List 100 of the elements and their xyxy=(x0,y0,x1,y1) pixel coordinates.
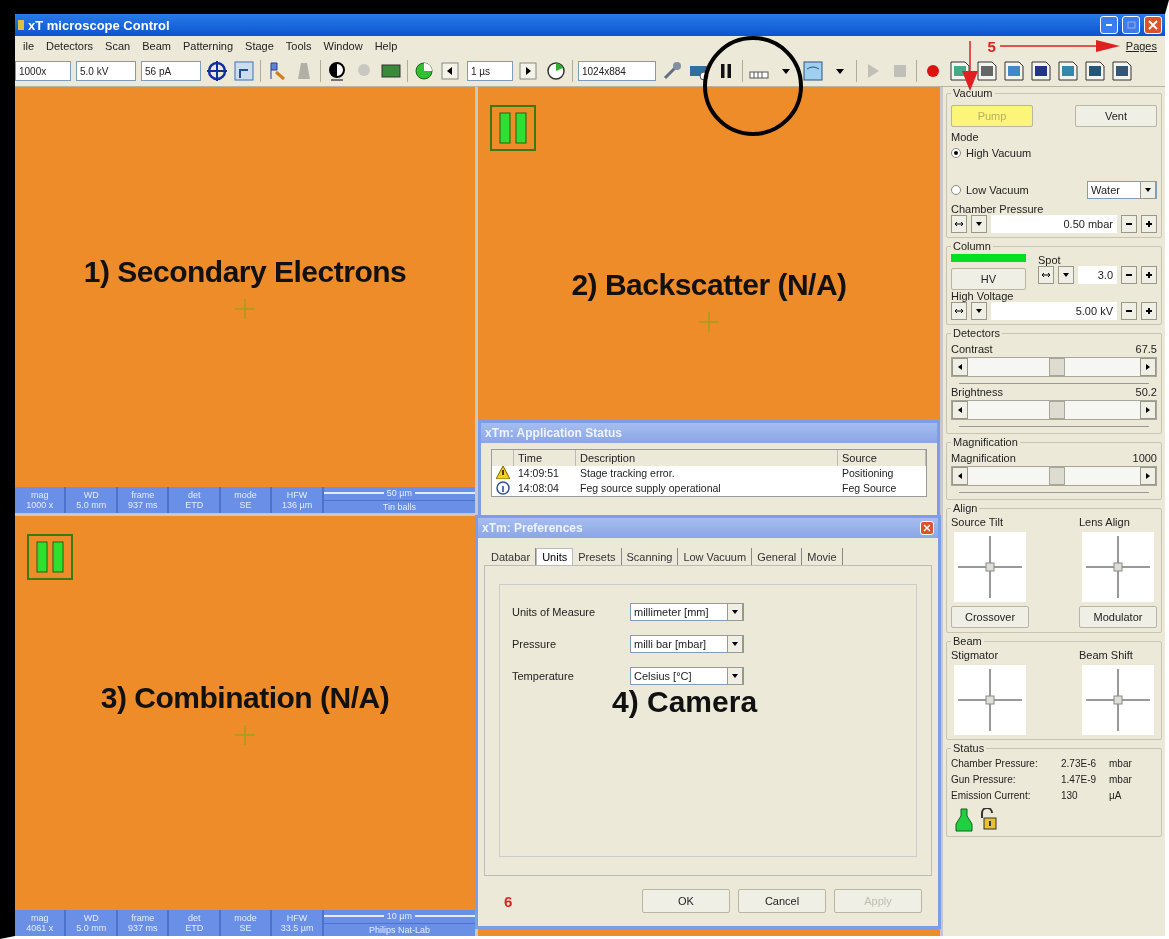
restore-button[interactable] xyxy=(1122,16,1140,34)
pad-label: Beam Shift xyxy=(1079,649,1133,661)
toolbar-field[interactable]: 1 µs xyxy=(467,61,513,81)
close-button[interactable] xyxy=(920,521,934,535)
pad-button[interactable]: Crossover xyxy=(951,606,1029,628)
status-value: SE xyxy=(239,923,252,933)
dropdown-button[interactable] xyxy=(1058,266,1074,284)
status-label: WD xyxy=(83,913,99,923)
toolbar-field[interactable]: 56 pA xyxy=(141,61,201,81)
right-arrow-button[interactable] xyxy=(518,60,540,82)
step-toggle-button[interactable] xyxy=(951,215,967,233)
unit-dropdown[interactable]: Celsius [°C] xyxy=(630,667,744,685)
table-cell-text: Feg Source xyxy=(841,481,898,496)
slider-thumb[interactable] xyxy=(1049,401,1066,419)
page-icon[interactable] xyxy=(1084,60,1106,82)
left-arrow-button[interactable] xyxy=(440,60,462,82)
step-toggle-button[interactable] xyxy=(951,302,967,320)
menu-item[interactable]: Help xyxy=(368,40,404,52)
dropdown-button[interactable] xyxy=(971,302,987,320)
step-toggle-button[interactable] xyxy=(1038,266,1054,284)
contrast-icon[interactable] xyxy=(326,60,348,82)
screen-icon[interactable] xyxy=(802,60,824,82)
menu-item[interactable]: Window xyxy=(317,40,369,52)
column-header[interactable]: Source xyxy=(838,450,926,466)
page-icon[interactable] xyxy=(1111,60,1133,82)
column-header xyxy=(492,450,514,466)
crosshair-icon[interactable] xyxy=(206,60,228,82)
xy-pad[interactable] xyxy=(1082,665,1154,735)
voltage-field[interactable]: 5.00 kV xyxy=(991,302,1117,320)
crosshair-icon xyxy=(699,312,719,332)
radio-button[interactable] xyxy=(951,185,961,195)
clock-icon[interactable] xyxy=(545,60,567,82)
unit-dropdown[interactable]: milli bar [mbar] xyxy=(630,635,744,653)
menu-item[interactable]: Detectors xyxy=(40,40,100,52)
vent-button[interactable]: Vent xyxy=(1075,105,1157,127)
dialog-button[interactable]: Cancel xyxy=(738,889,826,913)
slider-thumb[interactable] xyxy=(1049,358,1066,376)
dropdown-button[interactable] xyxy=(1140,181,1156,199)
dropdown-value: millimeter [mm] xyxy=(633,606,710,618)
pressure-field[interactable]: 0.50 mbar xyxy=(991,215,1117,233)
slider[interactable] xyxy=(951,466,1157,486)
slider-thumb[interactable] xyxy=(1049,467,1066,485)
wrench-icon[interactable] xyxy=(661,60,683,82)
status-label: mag xyxy=(30,490,49,500)
right-arrow-button[interactable] xyxy=(1140,467,1156,485)
right-arrow-button[interactable] xyxy=(1140,401,1156,419)
status-label: mode xyxy=(234,490,257,500)
tab[interactable]: Units xyxy=(536,548,574,565)
decrease-button[interactable] xyxy=(1121,302,1137,320)
hv-button[interactable]: HV xyxy=(951,268,1026,290)
column-header[interactable]: Time xyxy=(514,450,576,466)
spot-field[interactable]: 3.0 xyxy=(1078,266,1117,284)
left-arrow-button[interactable] xyxy=(952,401,968,419)
menu-item[interactable]: Scan xyxy=(99,40,137,52)
increase-button[interactable] xyxy=(1141,266,1157,284)
dialog-title: xTm: Application Status xyxy=(485,426,622,440)
slider[interactable] xyxy=(951,400,1157,420)
toolbar-field[interactable]: 1024x884 xyxy=(578,61,656,81)
menu-item[interactable]: Patterning xyxy=(176,40,240,52)
right-arrow-button[interactable] xyxy=(1140,358,1156,376)
xy-pad[interactable] xyxy=(954,532,1026,602)
pie-icon[interactable] xyxy=(413,60,435,82)
gas-dropdown[interactable]: Water xyxy=(1087,181,1157,199)
slider[interactable] xyxy=(951,357,1157,377)
menu-item[interactable]: Beam xyxy=(136,40,177,52)
decrease-button[interactable] xyxy=(1121,266,1137,284)
status-value: ETD xyxy=(185,923,204,933)
page-icon[interactable] xyxy=(976,60,998,82)
dropdown-button[interactable] xyxy=(727,635,743,653)
dialog-button[interactable]: OK xyxy=(642,889,730,913)
status-label: mag xyxy=(30,913,49,923)
toolbar-field[interactable]: 5.0 kV xyxy=(76,61,136,81)
dropdown-button[interactable] xyxy=(971,215,987,233)
column-header[interactable]: Description xyxy=(576,450,838,466)
radio-button[interactable] xyxy=(951,148,961,158)
left-arrow-button[interactable] xyxy=(952,467,968,485)
dropdown-button[interactable] xyxy=(727,667,743,685)
toolbar-field[interactable]: 1000x xyxy=(15,61,71,81)
decrease-button[interactable] xyxy=(1121,215,1137,233)
menu-item[interactable]: Stage xyxy=(239,40,280,52)
menu-item[interactable]: Tools xyxy=(279,40,318,52)
group-title: Vacuum xyxy=(952,87,994,99)
minimize-button[interactable] xyxy=(1100,16,1118,34)
xy-pad[interactable] xyxy=(1082,532,1154,602)
pad-button[interactable]: Modulator xyxy=(1079,606,1157,628)
increase-button[interactable] xyxy=(1141,215,1157,233)
pages-menu[interactable]: Pages xyxy=(1123,40,1165,52)
field-label: Chamber Pressure xyxy=(951,203,1045,215)
unit-dropdown[interactable]: millimeter [mm] xyxy=(630,603,744,621)
xy-pad[interactable] xyxy=(954,665,1026,735)
frame-icon[interactable] xyxy=(233,60,255,82)
scale-bar xyxy=(323,915,384,917)
slider-label: Magnification xyxy=(951,452,1016,464)
dropdown-button[interactable] xyxy=(727,603,743,621)
page-icon[interactable] xyxy=(1030,60,1052,82)
close-button[interactable] xyxy=(1144,16,1162,34)
increase-button[interactable] xyxy=(1141,302,1157,320)
menu-item[interactable]: ile xyxy=(17,40,40,52)
left-arrow-button[interactable] xyxy=(952,358,968,376)
crosshair-icon xyxy=(235,725,255,745)
